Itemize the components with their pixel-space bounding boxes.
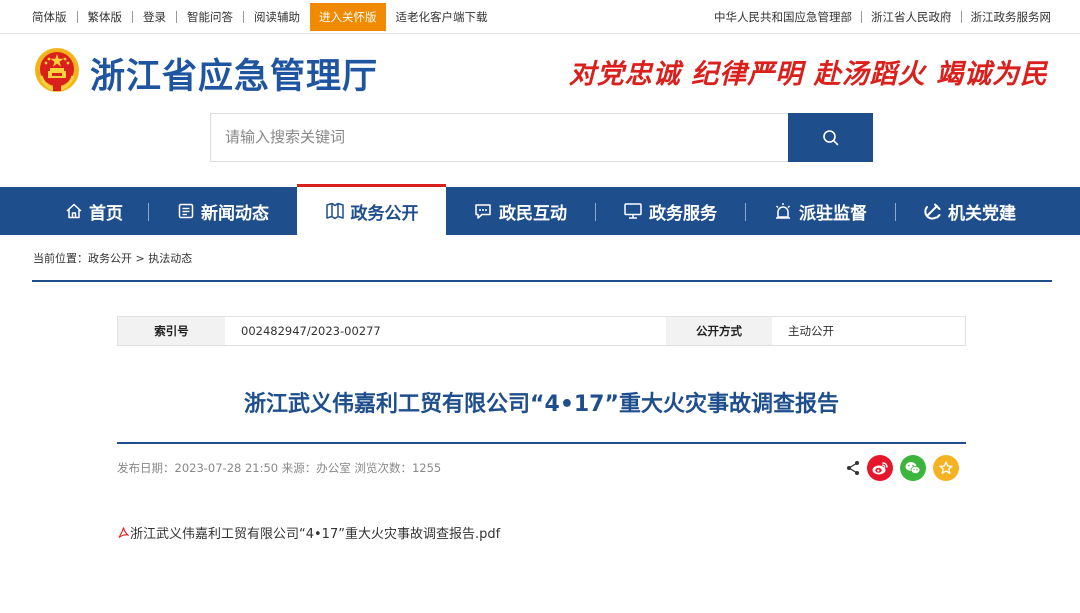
star-icon: [939, 461, 953, 474]
monitor-icon: [624, 203, 642, 219]
nav-home-label: 首页: [89, 203, 123, 224]
breadcrumb-item-government-affairs[interactable]: 政务公开: [88, 252, 132, 265]
weibo-share-button[interactable]: [867, 455, 893, 481]
chat-icon: [475, 204, 491, 219]
top-left-links: 简体版 繁体版 登录 智能问答 阅读辅助 进入关怀版 适老化客户端下载: [32, 0, 498, 34]
favorite-button[interactable]: [933, 455, 959, 481]
top-utility-bar: 简体版 繁体版 登录 智能问答 阅读辅助 进入关怀版 适老化客户端下载 中华人民…: [0, 0, 1080, 34]
link-traditional[interactable]: 繁体版: [76, 11, 133, 23]
attachment-link[interactable]: 浙江武义伟嘉利工贸有限公司“4•17”重大火灾事故调查报告.pdf: [117, 523, 500, 542]
search-input[interactable]: 请输入搜索关键词: [210, 113, 789, 162]
breadcrumb-separator: >: [132, 252, 149, 265]
title-divider: [117, 442, 966, 444]
nav-supervision-label: 派驻监督: [799, 203, 867, 224]
document-meta-table: 索引号 002482947/2023-00277 公开方式 主动公开: [117, 316, 966, 346]
link-elderly-client-download[interactable]: 适老化客户端下载: [386, 11, 498, 23]
nav-government-affairs-label: 政务公开: [350, 203, 419, 224]
breadcrumb-item-enforcement[interactable]: 执法动态: [148, 252, 192, 265]
book-icon: [325, 202, 344, 220]
wechat-icon: [905, 462, 921, 474]
index-number-value: 002482947/2023-00277: [241, 324, 381, 338]
share-icon[interactable]: [846, 460, 860, 476]
care-mode-button[interactable]: 进入关怀版: [310, 3, 386, 31]
nav-party-building-label: 机关党建: [948, 203, 1016, 224]
search-icon: [822, 129, 838, 145]
party-icon: [924, 203, 941, 220]
disclosure-mode-value: 主动公开: [788, 324, 834, 338]
weibo-icon: [872, 462, 888, 475]
link-zhejiang-services[interactable]: 浙江政务服务网: [960, 11, 1051, 23]
link-ministry-emergency[interactable]: 中华人民共和国应急管理部: [705, 11, 861, 23]
nav-government-affairs[interactable]: 政务公开: [297, 184, 446, 235]
nav-home[interactable]: 首页: [40, 187, 148, 235]
national-emblem-logo[interactable]: [33, 46, 81, 94]
article-title: 浙江武义伟嘉利工贸有限公司“4•17”重大火灾事故调查报告: [244, 392, 839, 417]
header-slogan: 对党忠诚 纪律严明 赴汤蹈火 竭诚为民: [568, 59, 1048, 90]
nav-divider: [895, 203, 896, 221]
nav-interaction-label: 政民互动: [499, 203, 567, 224]
breadcrumb: 当前位置：政务公开 > 执法动态: [33, 250, 192, 266]
link-smart-qa[interactable]: 智能问答: [176, 11, 243, 23]
link-reading-aid[interactable]: 阅读辅助: [243, 11, 310, 23]
nav-party-building[interactable]: 机关党建: [897, 187, 1043, 235]
nav-services-label: 政务服务: [649, 203, 717, 224]
nav-divider: [595, 203, 596, 221]
nav-news-label: 新闻动态: [201, 203, 269, 224]
main-navigation: 首页 新闻动态 政务公开 政民互动 政务服务 派驻监督 机关党建: [0, 184, 1080, 235]
home-icon: [66, 203, 82, 219]
link-simplified[interactable]: 简体版: [32, 11, 77, 23]
nav-interaction[interactable]: 政民互动: [447, 187, 593, 235]
breadcrumb-divider: [32, 280, 1052, 282]
link-login[interactable]: 登录: [132, 11, 176, 23]
index-number-label: 索引号: [118, 317, 225, 345]
alarm-icon: [776, 203, 790, 219]
top-right-links: 中华人民共和国应急管理部 浙江省人民政府 浙江政务服务网: [705, 0, 1051, 34]
nav-supervision[interactable]: 派驻监督: [747, 187, 893, 235]
nav-divider: [148, 203, 149, 221]
link-zhejiang-government[interactable]: 浙江省人民政府: [861, 11, 961, 23]
breadcrumb-prefix: 当前位置：: [33, 252, 88, 265]
nav-services[interactable]: 政务服务: [597, 187, 743, 235]
wechat-share-button[interactable]: [900, 455, 926, 481]
share-bar: [846, 455, 959, 481]
nav-news[interactable]: 新闻动态: [150, 187, 296, 235]
pdf-icon: [118, 527, 129, 538]
attachment-filename[interactable]: 浙江武义伟嘉利工贸有限公司“4•17”重大火灾事故调查报告.pdf: [130, 523, 500, 542]
site-title[interactable]: 浙江省应急管理厅: [90, 48, 378, 99]
nav-divider: [745, 203, 746, 221]
disclosure-mode-label: 公开方式: [666, 317, 772, 345]
search-button[interactable]: [788, 113, 873, 162]
news-icon: [178, 203, 194, 219]
article-info: 发布日期：2023-07-28 21:50 来源：办公室 浏览次数：1255: [117, 461, 442, 475]
